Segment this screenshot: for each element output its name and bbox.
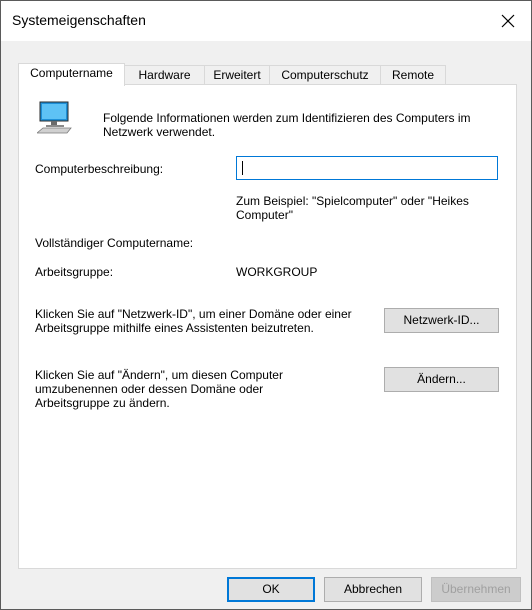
network-id-text: Klicken Sie auf "Netzwerk-ID", um einer … — [35, 307, 352, 335]
workgroup-value: WORKGROUP — [236, 265, 318, 279]
workgroup-label: Arbeitsgruppe: — [35, 265, 114, 279]
tab-computerschutz[interactable]: Computerschutz — [269, 65, 381, 85]
computer-description-input[interactable] — [236, 156, 498, 180]
tab-panel-computername: Folgende Informationen werden zum Identi… — [18, 84, 517, 569]
system-properties-window: Systemeigenschaften Computername Hardwar… — [0, 0, 532, 610]
title-bar[interactable]: Systemeigenschaften — [1, 1, 531, 41]
description-hint: Zum Beispiel: "Spielcomputer" oder "Heik… — [236, 194, 469, 222]
change-text: Klicken Sie auf "Ändern", um diesen Comp… — [35, 368, 283, 410]
tab-computername[interactable]: Computername — [18, 63, 125, 86]
info-text: Folgende Informationen werden zum Identi… — [103, 111, 471, 139]
window-title: Systemeigenschaften — [12, 12, 146, 28]
computer-description-label: Computerbeschreibung: — [35, 162, 164, 176]
apply-button[interactable]: Übernehmen — [431, 577, 521, 602]
change-button[interactable]: Ändern... — [384, 367, 499, 392]
full-name-label: Vollständiger Computername: — [35, 236, 194, 250]
ok-button[interactable]: OK — [227, 577, 315, 602]
tab-hardware[interactable]: Hardware — [124, 65, 205, 85]
text-caret — [242, 161, 243, 175]
close-button[interactable] — [485, 1, 531, 41]
close-icon — [501, 14, 515, 28]
network-id-button[interactable]: Netzwerk-ID... — [384, 308, 499, 333]
computer-network-icon — [37, 101, 72, 134]
tab-erweitert[interactable]: Erweitert — [204, 65, 270, 85]
tab-remote[interactable]: Remote — [380, 65, 446, 85]
cancel-button[interactable]: Abbrechen — [324, 577, 422, 602]
